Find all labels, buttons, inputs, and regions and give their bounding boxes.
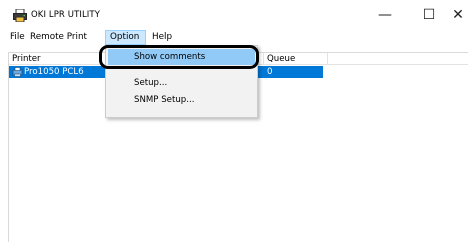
window-title: OKI LPR UTILITY — [31, 10, 100, 20]
network-printer-icon — [12, 67, 23, 77]
menu-item-setup[interactable]: Setup... — [134, 78, 167, 88]
close-button[interactable]: ✕ — [444, 2, 468, 28]
menu-remote-print[interactable]: Remote Print — [30, 30, 87, 45]
column-header-empty — [328, 53, 468, 65]
menu-file[interactable]: File — [10, 30, 25, 45]
printer-icon — [13, 9, 27, 22]
menu-help[interactable]: Help — [152, 30, 172, 45]
menu-option[interactable]: Option — [105, 30, 146, 45]
highlight-annotation-ring — [99, 45, 259, 69]
menu-bar: File Remote Print Option Help — [0, 30, 468, 45]
maximize-button[interactable]: ☐ — [409, 2, 449, 28]
menu-item-snmp-setup[interactable]: SNMP Setup... — [134, 95, 194, 105]
column-header-queue[interactable]: Queue — [264, 53, 328, 65]
row-printer-name: Pro1050 PCL6 — [24, 67, 84, 77]
minimize-button[interactable]: — — [365, 2, 405, 28]
app-window: OKI LPR UTILITY — ☐ ✕ File Remote Print … — [0, 0, 468, 242]
title-bar: OKI LPR UTILITY — ☐ ✕ — [0, 0, 468, 30]
row-queue-count: 0 — [267, 67, 273, 77]
